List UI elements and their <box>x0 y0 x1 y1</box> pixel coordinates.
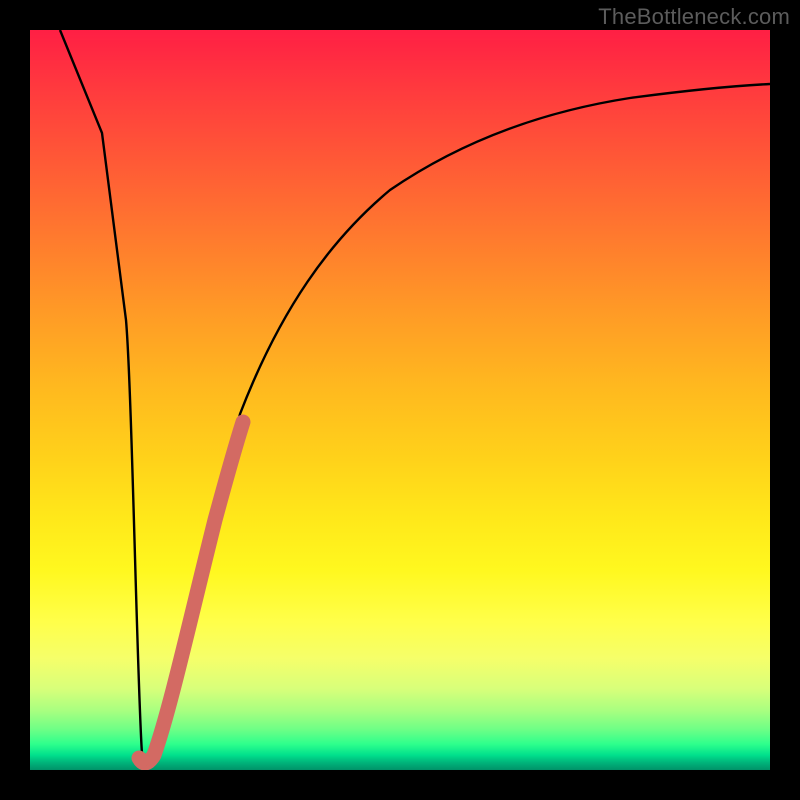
plot-area <box>30 30 770 770</box>
accent-end-dot <box>133 752 149 768</box>
curve-layer <box>30 30 770 770</box>
accent-segment <box>139 422 243 763</box>
chart-frame: TheBottleneck.com <box>0 0 800 800</box>
bottleneck-curve <box>60 30 770 762</box>
watermark-text: TheBottleneck.com <box>598 4 790 30</box>
